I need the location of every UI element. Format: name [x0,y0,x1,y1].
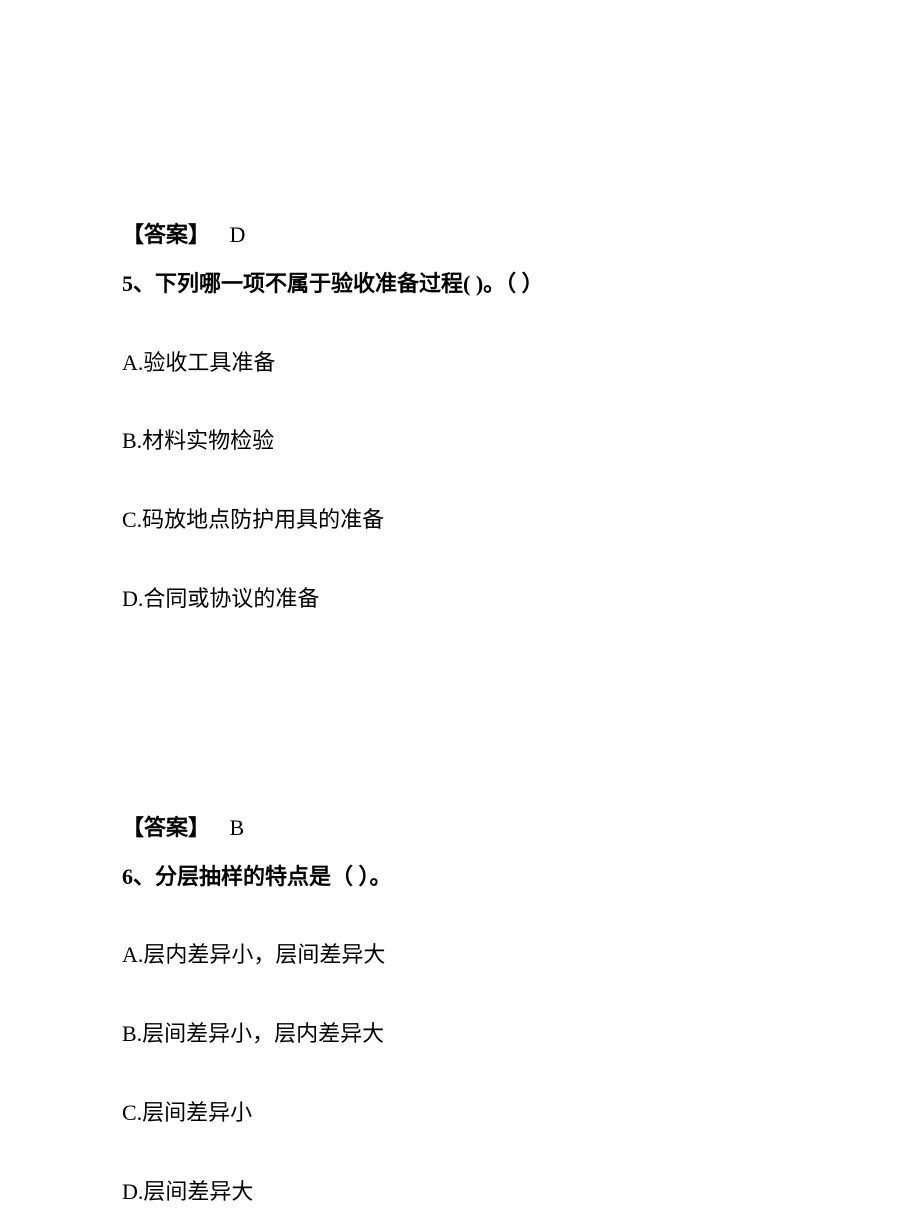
answer-value-2: B [230,815,245,840]
answer-label-2: 【答案】 [122,815,210,840]
answer-block-2: 【答案】 B [122,813,798,844]
document-content: 【答案】 D 5、下列哪一项不属于验收准备过程( )。（ ） A.验收工具准备 … [0,0,920,1208]
question-6-option-d: D.层间差异大 [122,1177,798,1208]
spacer [122,663,798,813]
question-5-option-c: C.码放地点防护用具的准备 [122,505,798,536]
question-6-option-c: C.层间差异小 [122,1098,798,1129]
question-6: 6、分层抽样的特点是（ ）。 [122,862,798,893]
question-5-option-a: A.验收工具准备 [122,348,798,379]
question-6-option-a: A.层内差异小，层间差异大 [122,940,798,971]
question-5: 5、下列哪一项不属于验收准备过程( )。（ ） [122,269,798,300]
question-5-option-b: B.材料实物检验 [122,426,798,457]
question-5-option-d: D.合同或协议的准备 [122,584,798,615]
answer-block-1: 【答案】 D [122,220,798,251]
question-6-option-b: B.层间差异小，层内差异大 [122,1019,798,1050]
answer-label-1: 【答案】 [122,222,210,247]
answer-value-1: D [230,222,246,247]
